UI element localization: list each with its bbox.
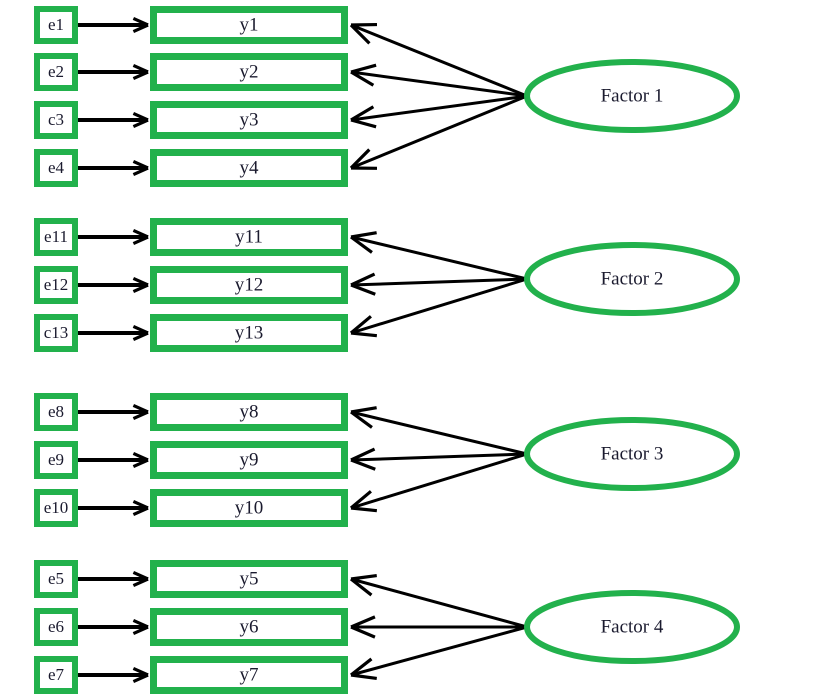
error-node-label-e12: e12 [44,275,69,294]
indicator-node-y3[interactable]: y3 [150,101,348,139]
error-node-e9[interactable]: e9 [34,441,78,479]
factor-node-factor-1[interactable]: Factor 1 [524,59,740,133]
indicator-node-y13[interactable]: y13 [150,314,348,352]
indicator-node-label-y5: y5 [240,568,259,589]
factor-node-factor-4[interactable]: Factor 4 [524,590,740,664]
indicator-node-label-y11: y11 [235,226,263,247]
error-node-label-e9: e9 [48,450,64,469]
indicator-node-label-y2: y2 [240,61,259,82]
indicator-node-y6[interactable]: y6 [150,608,348,646]
indicator-node-y9[interactable]: y9 [150,441,348,479]
error-node-e10[interactable]: e10 [34,489,78,527]
factor-node-factor-4-label: Factor 4 [601,616,664,637]
error-node-label-e11: e11 [44,227,68,246]
indicator-node-label-y3: y3 [240,109,259,130]
error-node-label-e1: e1 [48,15,64,34]
error-node-label-e7: e7 [48,665,65,684]
indicator-node-y10[interactable]: y10 [150,489,348,527]
indicator-node-y2[interactable]: y2 [150,53,348,91]
indicator-node-y12[interactable]: y12 [150,266,348,304]
error-node-label-e2: e2 [48,62,64,81]
indicator-node-label-y8: y8 [240,401,259,422]
error-node-label-c13: c13 [44,323,69,342]
indicator-node-label-y6: y6 [240,616,259,637]
indicator-node-y1[interactable]: y1 [150,6,348,44]
diagram-canvas: e1 y1 e2 y2 c3 y3 e4 y4 Factor 1 e11 y11 e12 y12 c13 y… [0,0,840,700]
error-node-e12[interactable]: e12 [34,266,78,304]
indicator-node-label-y13: y13 [235,322,264,343]
indicator-node-y4[interactable]: y4 [150,149,348,187]
factor-node-factor-1-label: Factor 1 [601,85,664,106]
error-node-label-e4: e4 [48,158,65,177]
indicator-node-label-y4: y4 [240,157,260,178]
error-node-e4[interactable]: e4 [34,149,78,187]
error-node-label-e6: e6 [48,617,64,636]
error-node-e6[interactable]: e6 [34,608,78,646]
error-node-e1[interactable]: e1 [34,6,78,44]
error-node-e8[interactable]: e8 [34,393,78,431]
factor-node-factor-3[interactable]: Factor 3 [524,417,740,491]
indicator-node-label-y10: y10 [235,497,264,518]
indicator-node-y5[interactable]: y5 [150,560,348,598]
error-node-c3[interactable]: c3 [34,101,78,139]
indicator-node-y7[interactable]: y7 [150,656,348,694]
indicator-node-label-y9: y9 [240,449,259,470]
factor-node-factor-2-label: Factor 2 [601,268,664,289]
indicator-node-label-y12: y12 [235,274,264,295]
indicator-node-y11[interactable]: y11 [150,218,348,256]
indicator-node-label-y7: y7 [240,664,259,685]
indicator-node-y8[interactable]: y8 [150,393,348,431]
error-node-c13[interactable]: c13 [34,314,78,352]
indicator-node-label-y1: y1 [240,14,259,35]
error-node-label-e8: e8 [48,402,64,421]
error-node-e7[interactable]: e7 [34,656,78,694]
error-node-e5[interactable]: e5 [34,560,78,598]
error-node-e2[interactable]: e2 [34,53,78,91]
factor-node-factor-2[interactable]: Factor 2 [524,242,740,316]
sem-path-diagram: e1 y1 e2 y2 c3 y3 e4 y4 Factor 1 e11 y11 e12 y12 c13 y… [0,0,840,700]
factor-node-factor-3-label: Factor 3 [601,443,664,464]
error-node-label-e10: e10 [44,498,69,517]
error-node-label-e5: e5 [48,569,64,588]
error-node-label-c3: c3 [48,110,64,129]
error-node-e11[interactable]: e11 [34,218,78,256]
